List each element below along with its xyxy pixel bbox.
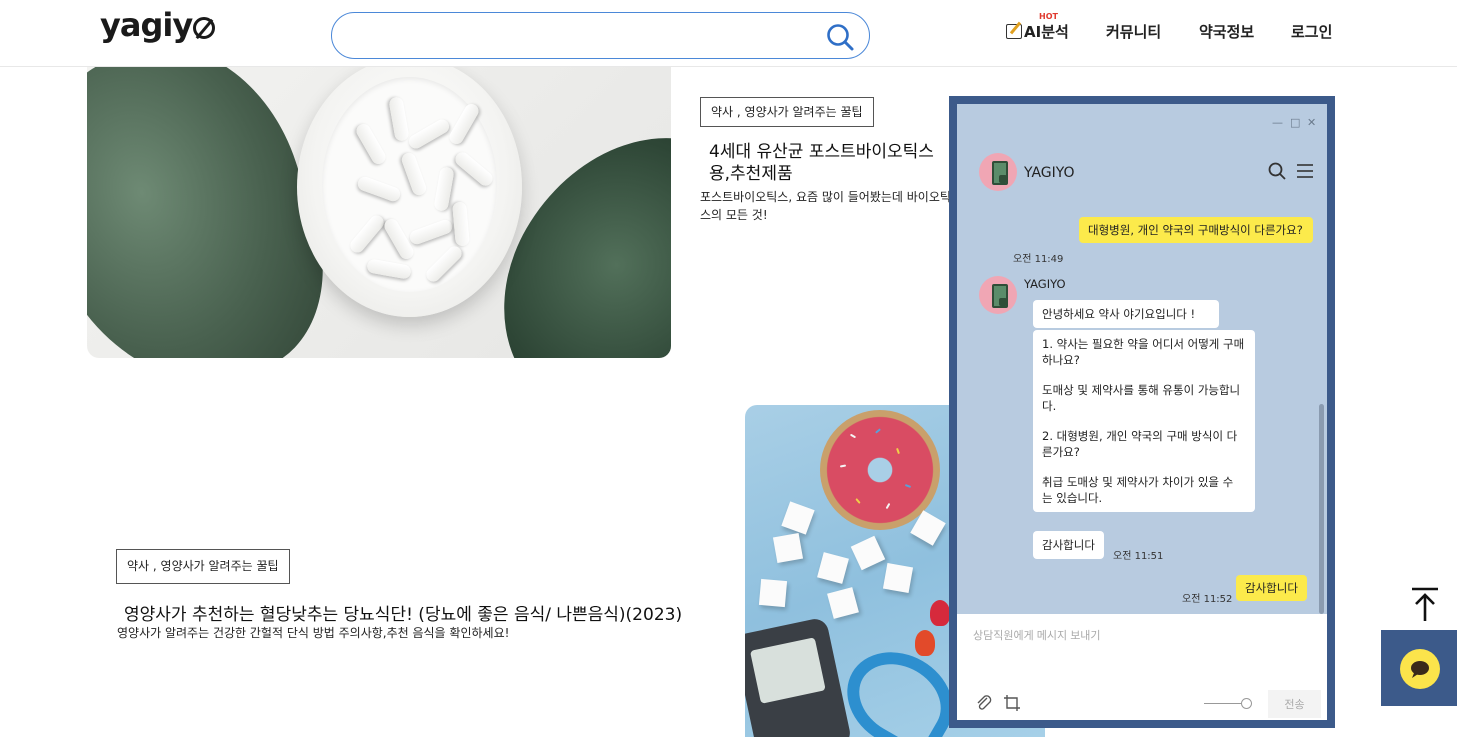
chat-bubble-icon	[1411, 661, 1429, 678]
menu-icon[interactable]	[1297, 164, 1313, 178]
chat-open-button[interactable]	[1400, 649, 1440, 689]
sugar-cube	[827, 587, 859, 619]
bot-message-line: 2. 대형병원, 개인 약국의 구매 방식이 다른가요?	[1042, 429, 1238, 459]
message-time: 오전 11:49	[1013, 254, 1064, 265]
nav-community[interactable]: 커뮤니티	[1106, 21, 1161, 42]
arrow-up-to-top-icon[interactable]	[1410, 585, 1440, 625]
send-button[interactable]: 전송	[1268, 690, 1321, 718]
slider-knob[interactable]	[1241, 698, 1252, 709]
bot-message-line: 도매상 및 제약사를 통해 유통이 가능합니다.	[1042, 383, 1241, 413]
message-time: 오전 11:51	[1113, 551, 1164, 562]
chat-titlebar: — □ ✕	[957, 104, 1327, 140]
paperclip-icon[interactable]	[975, 694, 993, 712]
nav-ai-label: AI분석	[1024, 23, 1069, 41]
glucose-meter	[745, 616, 853, 737]
bot-avatar	[979, 276, 1017, 314]
gummy-bear	[915, 630, 935, 656]
search-icon[interactable]	[1267, 161, 1287, 181]
maximize-button[interactable]: □	[1290, 116, 1300, 129]
article-title[interactable]: 영양사가 추천하는 혈당낮추는 당뇨식단! (당뇨에 좋은 음식/ 나쁜음식)(…	[124, 600, 682, 625]
site-header: yagiy HOT AI분석 커뮤니티 약국정보 로그인	[0, 0, 1457, 67]
search-bar[interactable]	[331, 12, 870, 59]
article-description: 영양사가 알려주는 건강한 간헐적 단식 방법 주의사항,추천 음식을 확인하세…	[117, 626, 510, 640]
sugar-cube	[781, 501, 815, 535]
ai-analysis-icon	[1006, 24, 1022, 39]
bot-message-line: 취급 도매상 및 제약사가 차이가 있을 수 는 있습니다.	[1042, 475, 1234, 505]
article-description: 포스트바이오틱스, 요즘 많이 들어봤는데 바이오틱스의 모든 것!	[700, 190, 951, 222]
bot-message-line: 1. 약사는 필요한 약을 어디서 어떻게 구매하나요?	[1042, 337, 1245, 367]
nav-ai-analysis[interactable]: HOT AI분석	[1006, 12, 1069, 42]
user-message: 감사합니다	[1236, 575, 1307, 601]
article-image-pills[interactable]	[87, 67, 671, 358]
article-tag[interactable]: 약사 , 영양사가 알려주는 꿀팁	[116, 549, 290, 584]
user-message: 대형병원, 개인 약국의 구매방식이 다른가요?	[1079, 217, 1313, 243]
bot-message: 감사합니다	[1033, 531, 1104, 559]
nav-pharmacy-info[interactable]: 약국정보	[1199, 21, 1254, 42]
article-title[interactable]: 4세대 유산균 포스트바이오틱스 용,추천제품	[709, 141, 959, 185]
bot-sender-name: YAGIYO	[1024, 277, 1066, 291]
chat-window: — □ ✕ YAGIYO 오전 11:49 대형병원, 개인 약국의 구매방식이…	[949, 96, 1335, 728]
minimize-button[interactable]: —	[1272, 116, 1283, 129]
crop-icon[interactable]	[1003, 694, 1021, 712]
article-tag[interactable]: 약사 , 영양사가 알려주는 꿀팁	[700, 97, 874, 127]
sugar-cube	[850, 535, 886, 571]
sugar-cube	[758, 578, 788, 608]
close-button[interactable]: ✕	[1307, 116, 1316, 129]
logo-o-icon	[193, 17, 216, 39]
chat-scrollbar[interactable]	[1319, 404, 1324, 614]
logo[interactable]: yagiy	[100, 6, 216, 44]
bot-message: 1. 약사는 필요한 약을 어디서 어떻게 구매하나요? 도매상 및 제약사를 …	[1033, 330, 1255, 512]
sugar-cube	[817, 552, 849, 584]
meter-screen	[749, 637, 826, 704]
search-input[interactable]	[352, 23, 812, 49]
sugar-cube	[882, 562, 914, 594]
chat-title: YAGIYO	[1024, 165, 1075, 181]
font-size-slider[interactable]	[1204, 703, 1244, 704]
hot-badge: HOT	[1039, 12, 1058, 21]
bot-message: 안녕하세요 약사 야기요입니다 !	[1033, 300, 1219, 328]
search-icon[interactable]	[825, 22, 855, 52]
message-time: 오전 11:52	[1182, 594, 1233, 605]
gummy-bear	[930, 600, 950, 626]
bot-avatar	[979, 153, 1017, 191]
chat-header: YAGIYO	[957, 140, 1327, 200]
nav-login[interactable]: 로그인	[1291, 21, 1332, 42]
chat-input-area: 전송	[957, 614, 1327, 720]
sugar-cube	[772, 532, 804, 564]
chat-message-input[interactable]	[973, 626, 1303, 646]
